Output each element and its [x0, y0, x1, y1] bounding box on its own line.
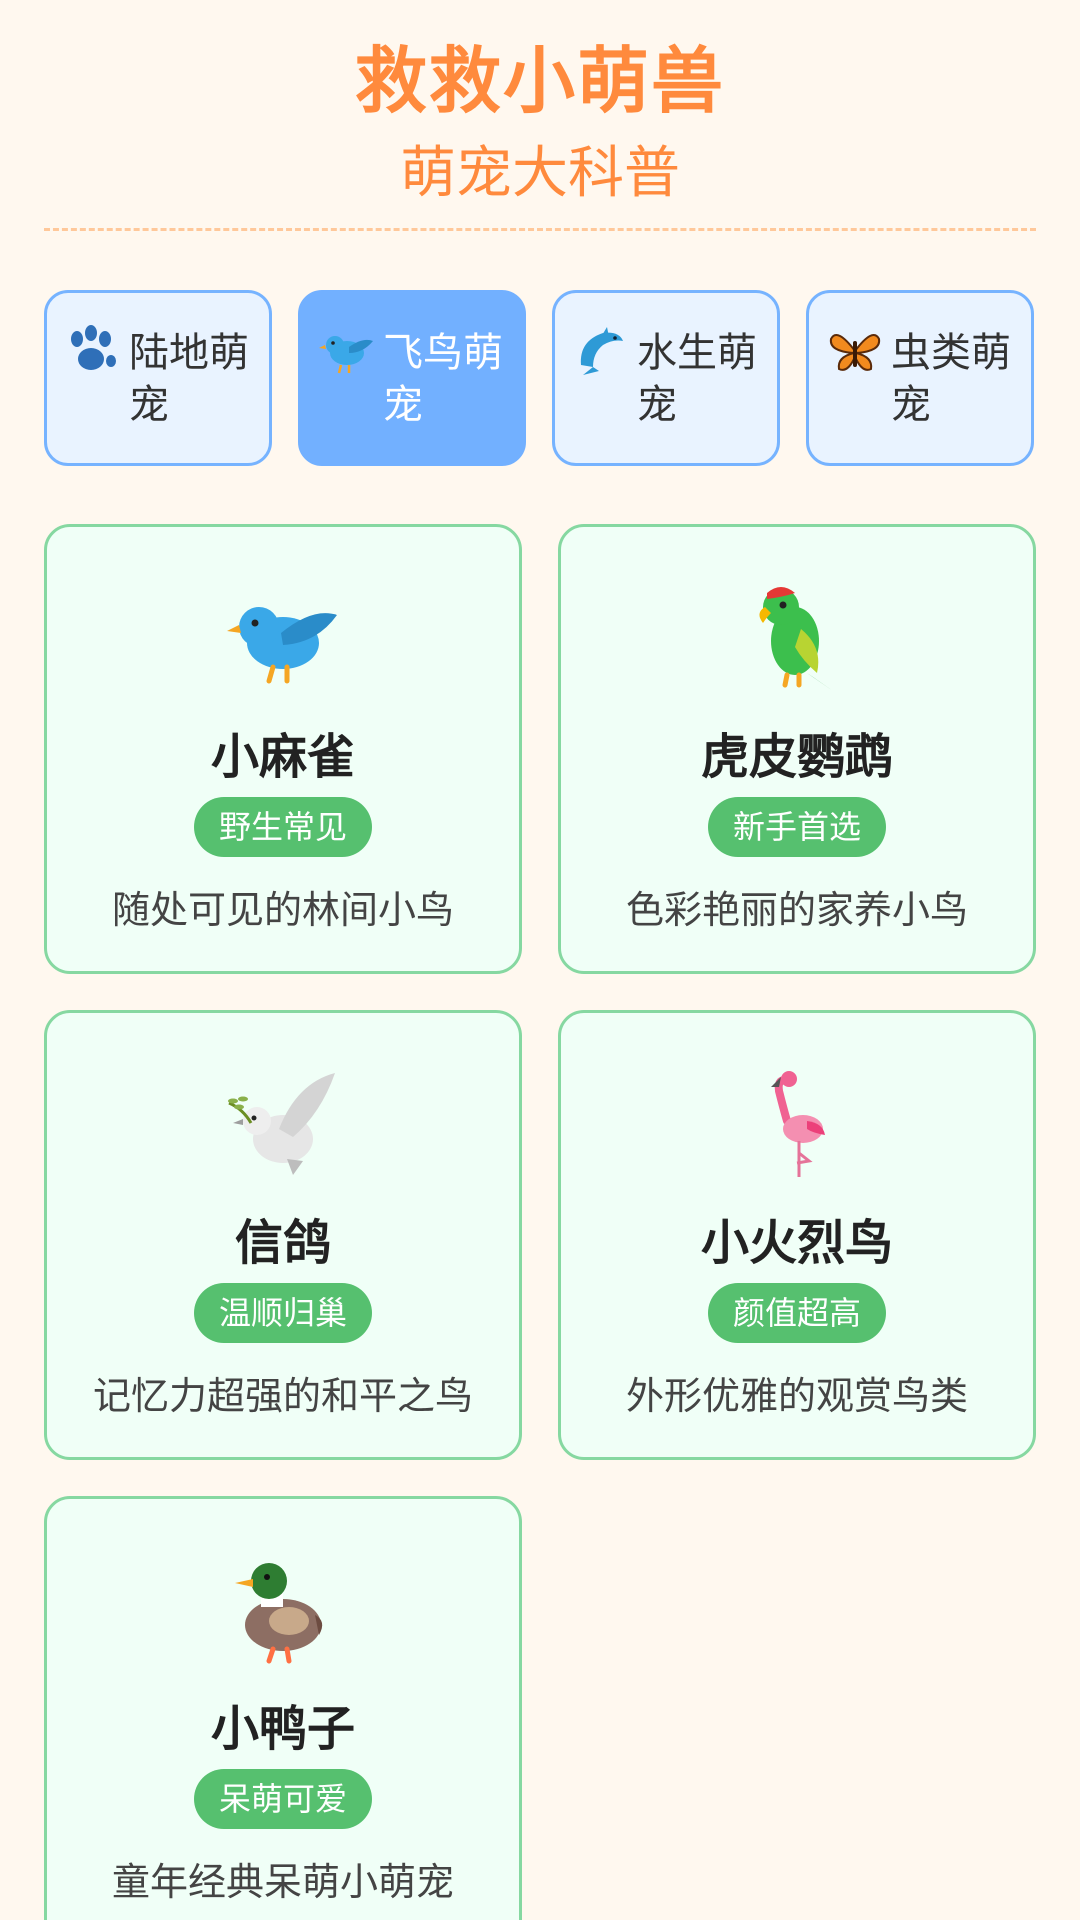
pet-card-duck[interactable]: 小鸭子 呆萌可爱 童年经典呆萌小萌宠	[44, 1496, 522, 1920]
tab-label: 水生萌宠	[637, 330, 757, 428]
category-tabs: 陆地萌宠 飞鸟萌宠 水生萌宠 虫类萌宠	[44, 290, 1036, 466]
pet-name: 信鸽	[234, 1215, 331, 1271]
flamingo-icon	[771, 1071, 825, 1177]
pet-name: 虎皮鹦鹉	[700, 729, 893, 785]
divider	[44, 228, 1036, 231]
pet-name: 小麻雀	[210, 729, 355, 785]
bluebird-icon	[227, 607, 337, 684]
pet-card-flamingo[interactable]: 小火烈鸟 颜值超高 外形优雅的观赏鸟类	[558, 1010, 1036, 1460]
tab-label: 虫类萌宠	[891, 330, 1011, 428]
duck-icon	[235, 1563, 323, 1664]
pet-card-budgie[interactable]: 虎皮鹦鹉 新手首选 色彩艳丽的家养小鸟	[558, 524, 1036, 974]
tab-bird-pets[interactable]: 飞鸟萌宠	[298, 290, 526, 466]
tab-label: 飞鸟萌宠	[383, 330, 503, 428]
tab-label: 陆地萌宠	[129, 330, 249, 428]
pet-name: 小火烈鸟	[700, 1215, 893, 1271]
tab-water-pets[interactable]: 水生萌宠	[552, 290, 780, 466]
pet-description: 记忆力超强的和平之鸟	[92, 1374, 473, 1418]
pet-description: 色彩艳丽的家养小鸟	[625, 888, 968, 932]
pet-card-pigeon[interactable]: 信鸽 温顺归巢 记忆力超强的和平之鸟	[44, 1010, 522, 1460]
page-title: 救救小萌兽	[354, 39, 725, 123]
page-subtitle: 萌宠大科普	[400, 141, 680, 206]
tab-land-pets[interactable]: 陆地萌宠	[44, 290, 272, 466]
dove-icon	[228, 1073, 335, 1175]
dolphin-icon	[580, 327, 623, 375]
butterfly-icon	[829, 334, 881, 371]
pet-description: 随处可见的林间小鸟	[111, 888, 454, 932]
pet-card-sparrow[interactable]: 小麻雀 野生常见 随处可见的林间小鸟	[44, 524, 522, 974]
pet-tag: 颜值超高	[708, 1283, 886, 1343]
pet-description: 外形优雅的观赏鸟类	[625, 1374, 968, 1418]
pet-tag: 新手首选	[708, 797, 886, 857]
pet-name: 小鸭子	[210, 1701, 355, 1757]
pet-tag: 呆萌可爱	[194, 1769, 372, 1829]
bird-icon	[319, 336, 373, 374]
parrot-icon	[759, 587, 833, 691]
pet-tag: 温顺归巢	[194, 1283, 372, 1343]
tab-insect-pets[interactable]: 虫类萌宠	[806, 290, 1034, 466]
pet-tag: 野生常见	[194, 797, 372, 857]
paw-icon	[71, 325, 116, 370]
page: 救救小萌兽 萌宠大科普 陆地萌宠 飞鸟萌宠 水生萌宠 虫类萌宠 小麻雀 野生常见…	[0, 0, 1080, 1920]
pet-description: 童年经典呆萌小萌宠	[111, 1860, 454, 1904]
